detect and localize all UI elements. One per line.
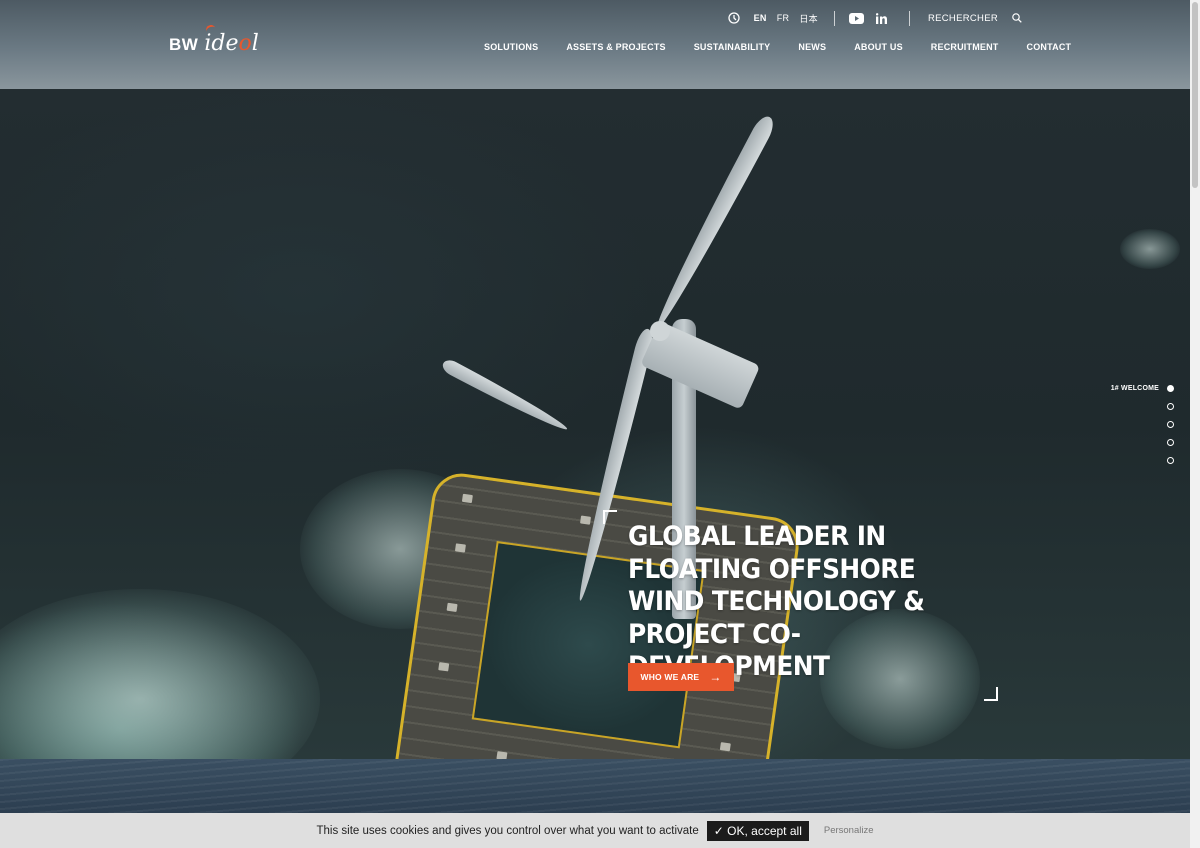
nav-about-us[interactable]: ABOUT US (854, 42, 903, 52)
nav-sustainability[interactable]: SUSTAINABILITY (694, 42, 771, 52)
lang-en[interactable]: EN (754, 13, 767, 23)
turbine-blade (440, 357, 571, 436)
nav-recruitment[interactable]: RECRUITMENT (931, 42, 999, 52)
slide-dot-4[interactable] (1167, 438, 1174, 446)
deck-hatch (446, 602, 458, 613)
slide-label: 1# WELCOME (1110, 384, 1159, 392)
corner-bracket-bottom-right (984, 687, 998, 701)
corner-bracket-top-left (603, 510, 617, 524)
slide-navigation: 1# WELCOME (1111, 379, 1174, 469)
sea-foam (0, 589, 320, 759)
hero-section: 1# WELCOME GLOBAL LEADER IN FLOATING OFF… (0, 89, 1190, 759)
slide-dot-row-4 (1167, 433, 1174, 451)
search-label[interactable]: RECHERCHER (928, 13, 998, 24)
slide-dot-2[interactable] (1167, 402, 1174, 410)
deck-hatch (461, 493, 473, 504)
logo-ideol-accent: o (238, 31, 252, 56)
nav-solutions[interactable]: SOLUTIONS (484, 42, 538, 52)
who-we-are-button[interactable]: WHO WE ARE → (628, 663, 734, 691)
slide-dot-row-5 (1167, 451, 1174, 469)
sea-foam (1120, 229, 1180, 269)
deck-hatch (496, 751, 508, 759)
top-utility-bar: EN FR 日本 RECHERCHER (718, 10, 1022, 26)
nav-news[interactable]: NEWS (798, 42, 826, 52)
deck-hatch (580, 515, 592, 525)
cookie-message: This site uses cookies and gives you con… (316, 824, 699, 837)
slide-dot-5[interactable] (1167, 456, 1174, 464)
scrollbar-thumb[interactable] (1192, 2, 1198, 188)
main-nav: SOLUTIONS ASSETS & PROJECTS SUSTAINABILI… (484, 42, 1071, 52)
personalize-cookies-link[interactable]: Personalize (824, 825, 874, 836)
deck-hatch (454, 543, 466, 553)
topbar-divider-2 (908, 10, 910, 26)
hero-headline-box: GLOBAL LEADER IN FLOATING OFFSHORE WIND … (603, 510, 998, 701)
who-we-are-label: WHO WE ARE (640, 672, 700, 682)
nav-contact[interactable]: CONTACT (1027, 42, 1072, 52)
logo-ideol-text: ideol (204, 23, 259, 56)
slide-dot-row-2 (1167, 397, 1174, 415)
deck-hatch (438, 662, 450, 672)
site-header: BW ideol EN FR 日本 RECHERCHER SOLUTIONS A… (0, 0, 1190, 89)
accept-all-cookies-button[interactable]: ✓ OK, accept all (706, 820, 809, 841)
linkedin-icon[interactable] (875, 12, 887, 24)
topbar-divider (833, 10, 835, 26)
arrow-right-icon: → (709, 670, 722, 684)
nav-assets-projects[interactable]: ASSETS & PROJECTS (566, 42, 665, 52)
logo-ideol-end: l (251, 31, 259, 56)
turbine-blade (649, 112, 778, 334)
slide-dot-1[interactable] (1167, 384, 1174, 392)
slide-dot-row-3 (1167, 415, 1174, 433)
search-icon[interactable] (1012, 13, 1022, 23)
lang-fr[interactable]: FR (777, 13, 790, 23)
youtube-icon[interactable] (848, 12, 864, 24)
deck-hatch (719, 742, 731, 752)
logo-bw-text: BW (169, 35, 199, 54)
clock-icon[interactable] (727, 12, 740, 24)
page-scrollbar[interactable] (1190, 0, 1200, 848)
lang-ja[interactable]: 日本 (799, 12, 818, 25)
slide-dot-row-1: 1# WELCOME (1111, 379, 1174, 397)
bw-ideol-logo[interactable]: BW ideol (169, 23, 259, 56)
hero-headline: GLOBAL LEADER IN FLOATING OFFSHORE WIND … (628, 521, 925, 682)
turbine-hub (650, 321, 670, 341)
next-section-sea-preview (0, 759, 1190, 813)
slide-dot-3[interactable] (1167, 420, 1174, 428)
cookie-banner: This site uses cookies and gives you con… (0, 813, 1190, 848)
